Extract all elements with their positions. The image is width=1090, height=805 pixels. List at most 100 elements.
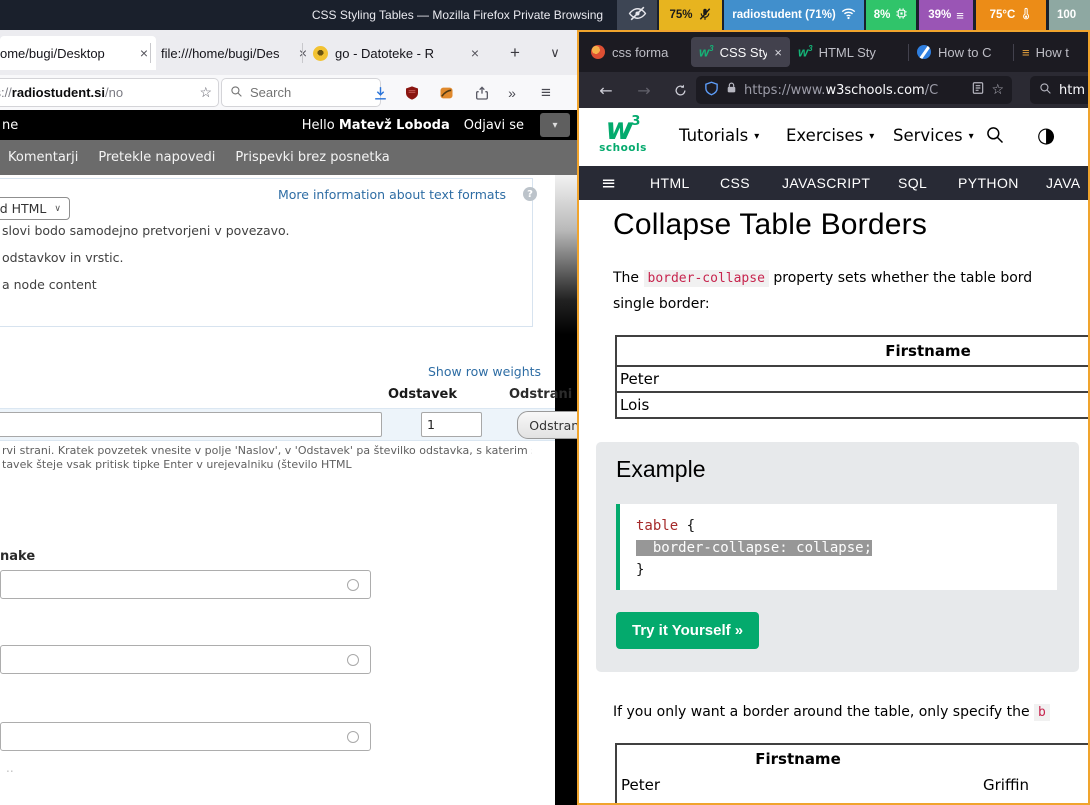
autocomplete-input-3[interactable] — [0, 722, 371, 751]
battery-indicator[interactable]: 100 — [1049, 0, 1090, 30]
stack-favicon: ≡ — [1022, 45, 1030, 60]
reader-view-icon[interactable] — [971, 81, 985, 99]
menu-tutorials[interactable]: Tutorials▾ — [679, 126, 759, 145]
right-browser-window: css forma w3 CSS Sty × w3 HTML Sty How t… — [577, 30, 1090, 805]
forward-button[interactable]: → — [631, 78, 657, 102]
browser-tab-active[interactable]: w3 CSS Sty × — [691, 37, 790, 67]
new-tab-button[interactable]: + — [500, 38, 530, 68]
back-button[interactable]: ← — [593, 78, 619, 102]
extension-button[interactable] — [434, 81, 458, 105]
table-row: Lois Griffin — [616, 797, 1088, 803]
header-dropdown-button[interactable]: ▾ — [540, 113, 570, 137]
volume-indicator[interactable]: 75% — [659, 0, 722, 30]
button-label: Odstrani — [529, 418, 577, 433]
indicator-label: radiostudent (71%) — [732, 9, 836, 21]
topnav-python[interactable]: PYTHON — [958, 175, 1019, 191]
screen-privacy-toggle[interactable] — [617, 0, 657, 30]
remove-button[interactable]: Odstrani — [517, 411, 577, 439]
tab-komentarji[interactable]: Komentarji — [8, 150, 78, 165]
address-bar[interactable]: ttps://radiostudent.si/no ☆ — [0, 79, 218, 106]
w3schools-logo[interactable]: w3 schools — [595, 115, 651, 154]
autocomplete-spinner-icon — [347, 731, 359, 743]
text-format-select[interactable]: d HTML ∨ — [0, 197, 70, 220]
memory-indicator[interactable]: 39% ≡ — [919, 0, 973, 30]
greeting-text: Hello Matevž Loboda — [302, 118, 450, 133]
close-icon[interactable]: × — [140, 45, 148, 61]
caret-down-icon: ▾ — [869, 131, 874, 142]
browser-tab[interactable]: ome/bugi/Desktop × — [0, 36, 156, 70]
menu-services[interactable]: Services▾ — [893, 126, 974, 145]
site-search-button[interactable] — [985, 125, 1005, 149]
w3schools-header: w3 schools Tutorials▾ Exercises▾ Service… — [579, 108, 1088, 166]
dark-mode-toggle[interactable]: ◑ — [1037, 123, 1055, 147]
menu-exercises[interactable]: Exercises▾ — [786, 126, 874, 145]
browser-tab[interactable]: How to C — [909, 37, 1013, 67]
site-header-bar: ne Hello Matevž Loboda Odjavi se ▾ — [0, 110, 577, 140]
autocomplete-input-1[interactable] — [0, 570, 371, 599]
tab-title: How to C — [938, 45, 1005, 60]
browser-tab[interactable]: ≡ How t — [1014, 37, 1090, 67]
double-chevron-icon: » — [508, 85, 516, 101]
share-button[interactable] — [470, 81, 494, 105]
cpu-icon — [895, 7, 908, 23]
reload-button[interactable] — [667, 78, 693, 102]
close-icon[interactable]: × — [471, 45, 479, 61]
bookmark-star-icon[interactable]: ☆ — [991, 82, 1004, 98]
browser-tab[interactable]: w3 HTML Sty — [790, 37, 908, 67]
url-domain: radiostudent.si — [12, 85, 105, 100]
footnote-text: .. — [6, 761, 14, 775]
table-header-cell: Firstname — [616, 744, 979, 772]
tab-prispevki[interactable]: Prispevki brez posnetka — [235, 150, 389, 165]
temperature-indicator[interactable]: 75°C — [976, 0, 1046, 30]
example-panel: Example table { border-collapse: collaps… — [596, 442, 1079, 672]
address-bar[interactable]: https://www.w3schools.com/C ☆ — [696, 76, 1012, 104]
caret-down-icon: ▾ — [969, 131, 974, 142]
table-cell: Lois — [616, 392, 1088, 418]
try-it-yourself-button[interactable]: Try it Yourself » — [616, 612, 759, 649]
tab-title: ome/bugi/Desktop — [0, 46, 134, 61]
tab-title: How t — [1036, 45, 1084, 60]
list-tabs-button[interactable]: ∨ — [540, 38, 570, 68]
column-header-odstavek: Odstavek — [385, 387, 460, 402]
topnav-javascript[interactable]: JAVASCRIPT — [782, 175, 870, 191]
topnav-html[interactable]: HTML — [650, 175, 690, 191]
browser-tab[interactable]: css forma — [583, 37, 691, 67]
close-icon[interactable]: × — [774, 45, 782, 60]
topnav-java[interactable]: JAVA — [1046, 175, 1081, 191]
ublock-extension-button[interactable] — [400, 81, 424, 105]
more-info-link[interactable]: More information about text formats — [278, 187, 506, 202]
cpu-indicator[interactable]: 8% — [866, 0, 916, 30]
table-cell: Griffin — [979, 797, 1088, 803]
hamburger-icon[interactable]: ≡ — [601, 173, 641, 194]
plus-icon: + — [510, 43, 520, 63]
search-bar[interactable]: Search — [222, 79, 380, 106]
network-indicator[interactable]: radiostudent (71%) — [724, 0, 864, 30]
autocomplete-input-2[interactable] — [0, 645, 371, 674]
tab-title: file:///home/bugi/Des — [161, 46, 293, 61]
browser-tab[interactable]: file:///home/bugi/Des × — [153, 36, 315, 70]
overflow-menu-button[interactable]: » — [500, 81, 524, 105]
title-input[interactable] — [0, 412, 382, 437]
help-icon[interactable]: ? — [523, 187, 537, 201]
topnav-css[interactable]: CSS — [720, 175, 750, 191]
table-header-cell: Firstname — [616, 336, 1088, 366]
app-menu-button[interactable]: ≡ — [534, 81, 558, 105]
search-bar[interactable]: htm — [1030, 76, 1090, 104]
format-note: a node content — [2, 277, 97, 292]
topnav-sql[interactable]: SQL — [898, 175, 927, 191]
howto-favicon — [917, 45, 931, 59]
tab-pretekle-napovedi[interactable]: Pretekle napovedi — [98, 150, 215, 165]
caret-down-icon: ▾ — [754, 131, 759, 142]
caret-down-icon: ▾ — [552, 120, 557, 131]
browser-tab[interactable]: go - Datoteke - R × — [305, 36, 487, 70]
tab-title: css forma — [612, 45, 683, 60]
w3schools-content: Collapse Table Borders The border-collap… — [579, 200, 1088, 803]
page-dark-strip — [555, 175, 577, 805]
admin-tab-bar: Komentarji Pretekle napovedi Prispevki b… — [0, 140, 577, 175]
search-text: htm — [1059, 83, 1085, 98]
logout-link[interactable]: Odjavi se — [464, 118, 524, 133]
bookmark-star-icon[interactable]: ☆ — [199, 84, 212, 101]
downloads-button[interactable] — [368, 81, 392, 105]
paragraph-number-input[interactable]: 1 — [421, 412, 482, 437]
show-row-weights-link[interactable]: Show row weights — [428, 364, 541, 379]
